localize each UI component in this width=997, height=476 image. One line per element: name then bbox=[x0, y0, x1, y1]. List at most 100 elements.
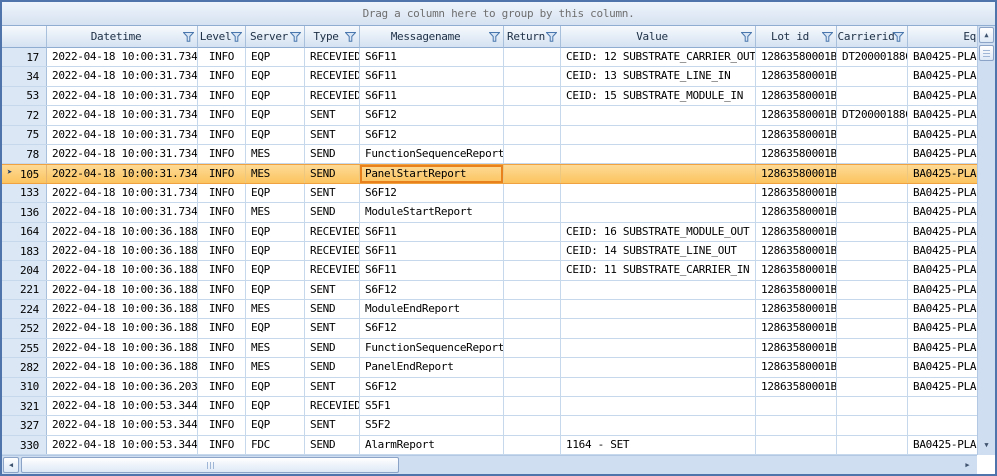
cell-messagename[interactable]: S6F12 bbox=[360, 319, 504, 337]
cell-carrierid[interactable] bbox=[837, 126, 908, 144]
cell-carrierid[interactable] bbox=[837, 300, 908, 318]
cell-value[interactable] bbox=[561, 106, 756, 124]
cell-messagename[interactable]: FunctionSequenceReport bbox=[360, 339, 504, 357]
table-row[interactable]: 3102022-04-18 10:00:36.203INFOEQPSENTS6F… bbox=[2, 378, 977, 397]
filter-icon[interactable] bbox=[183, 32, 194, 42]
cell-lotid[interactable]: 12863580001B bbox=[756, 261, 837, 279]
cell-lotid[interactable]: 12863580001B bbox=[756, 339, 837, 357]
cell-eq[interactable] bbox=[908, 397, 977, 415]
row-indicator[interactable]: 330 bbox=[2, 436, 47, 454]
cell-value[interactable] bbox=[561, 165, 756, 182]
cell-type[interactable]: SEND bbox=[305, 203, 360, 221]
cell-level[interactable]: INFO bbox=[198, 106, 246, 124]
cell-lotid[interactable]: 12863580001B bbox=[756, 184, 837, 202]
cell-datetime[interactable]: 2022-04-18 10:00:53.344 bbox=[47, 436, 198, 454]
cell-value[interactable]: 1164 - SET bbox=[561, 436, 756, 454]
cell-eq[interactable]: BA0425-PLA bbox=[908, 281, 977, 299]
cell-value[interactable] bbox=[561, 126, 756, 144]
cell-datetime[interactable]: 2022-04-18 10:00:36.188 bbox=[47, 223, 198, 241]
row-indicator[interactable]: 133 bbox=[2, 184, 47, 202]
scroll-right-button[interactable]: ▶ bbox=[960, 457, 975, 473]
cell-type[interactable]: SENT bbox=[305, 378, 360, 396]
scroll-down-button[interactable]: ▼ bbox=[979, 438, 994, 453]
cell-messagename[interactable]: S6F11 bbox=[360, 67, 504, 85]
cell-carrierid[interactable] bbox=[837, 242, 908, 260]
table-row[interactable]: 1332022-04-18 10:00:31.734INFOEQPSENTS6F… bbox=[2, 184, 977, 203]
cell-lotid[interactable] bbox=[756, 416, 837, 434]
table-row[interactable]: ➤1052022-04-18 10:00:31.734INFOMESSENDPa… bbox=[2, 164, 977, 183]
column-header-lotid[interactable]: Lot id bbox=[756, 26, 837, 48]
cell-return[interactable] bbox=[504, 145, 561, 163]
cell-value[interactable] bbox=[561, 300, 756, 318]
table-row[interactable]: 2242022-04-18 10:00:36.188INFOMESSENDMod… bbox=[2, 300, 977, 319]
cell-messagename[interactable]: S6F12 bbox=[360, 184, 504, 202]
cell-value[interactable] bbox=[561, 416, 756, 434]
row-indicator[interactable]: 34 bbox=[2, 67, 47, 85]
cell-type[interactable]: SEND bbox=[305, 436, 360, 454]
cell-return[interactable] bbox=[504, 416, 561, 434]
row-indicator[interactable]: 321 bbox=[2, 397, 47, 415]
cell-datetime[interactable]: 2022-04-18 10:00:36.203 bbox=[47, 378, 198, 396]
cell-type[interactable]: RECEVIED bbox=[305, 87, 360, 105]
cell-carrierid[interactable] bbox=[837, 339, 908, 357]
cell-lotid[interactable]: 12863580001B bbox=[756, 223, 837, 241]
cell-messagename[interactable]: S6F11 bbox=[360, 48, 504, 66]
cell-type[interactable]: RECEVIED bbox=[305, 397, 360, 415]
row-indicator[interactable]: 72 bbox=[2, 106, 47, 124]
cell-server[interactable]: EQP bbox=[246, 261, 305, 279]
cell-value[interactable] bbox=[561, 378, 756, 396]
cell-datetime[interactable]: 2022-04-18 10:00:31.734 bbox=[47, 165, 198, 182]
table-row[interactable]: 532022-04-18 10:00:31.734INFOEQPRECEVIED… bbox=[2, 87, 977, 106]
table-row[interactable]: 2042022-04-18 10:00:36.188INFOEQPRECEVIE… bbox=[2, 261, 977, 280]
table-row[interactable]: 1362022-04-18 10:00:31.734INFOMESSENDMod… bbox=[2, 203, 977, 222]
cell-value[interactable] bbox=[561, 184, 756, 202]
cell-carrierid[interactable] bbox=[837, 184, 908, 202]
cell-datetime[interactable]: 2022-04-18 10:00:36.188 bbox=[47, 339, 198, 357]
cell-server[interactable]: MES bbox=[246, 165, 305, 182]
cell-return[interactable] bbox=[504, 203, 561, 221]
cell-eq[interactable]: BA0425-PLA bbox=[908, 339, 977, 357]
cell-datetime[interactable]: 2022-04-18 10:00:31.734 bbox=[47, 67, 198, 85]
cell-level[interactable]: INFO bbox=[198, 436, 246, 454]
cell-datetime[interactable]: 2022-04-18 10:00:31.734 bbox=[47, 184, 198, 202]
cell-carrierid[interactable]: DT200001880 bbox=[837, 106, 908, 124]
cell-carrierid[interactable]: DT200001880 bbox=[837, 48, 908, 66]
cell-return[interactable] bbox=[504, 397, 561, 415]
filter-icon[interactable] bbox=[741, 32, 752, 42]
cell-carrierid[interactable] bbox=[837, 378, 908, 396]
cell-level[interactable]: INFO bbox=[198, 48, 246, 66]
cell-carrierid[interactable] bbox=[837, 281, 908, 299]
cell-return[interactable] bbox=[504, 378, 561, 396]
table-row[interactable]: 172022-04-18 10:00:31.734INFOEQPRECEVIED… bbox=[2, 48, 977, 67]
cell-eq[interactable]: BA0425-PLA bbox=[908, 261, 977, 279]
cell-value[interactable]: CEID: 16 SUBSTRATE_MODULE_OUT bbox=[561, 223, 756, 241]
cell-eq[interactable]: BA0425-PLA bbox=[908, 106, 977, 124]
row-indicator[interactable]: 221 bbox=[2, 281, 47, 299]
cell-level[interactable]: INFO bbox=[198, 203, 246, 221]
cell-messagename[interactable]: S6F12 bbox=[360, 106, 504, 124]
cell-messagename[interactable]: ModuleEndReport bbox=[360, 300, 504, 318]
cell-value[interactable] bbox=[561, 203, 756, 221]
cell-type[interactable]: SEND bbox=[305, 165, 360, 182]
cell-return[interactable] bbox=[504, 300, 561, 318]
cell-messagename[interactable]: S6F11 bbox=[360, 261, 504, 279]
cell-lotid[interactable]: 12863580001B bbox=[756, 126, 837, 144]
cell-level[interactable]: INFO bbox=[198, 126, 246, 144]
cell-type[interactable]: SENT bbox=[305, 281, 360, 299]
cell-return[interactable] bbox=[504, 184, 561, 202]
cell-server[interactable]: EQP bbox=[246, 87, 305, 105]
cell-eq[interactable] bbox=[908, 416, 977, 434]
cell-level[interactable]: INFO bbox=[198, 67, 246, 85]
scroll-left-button[interactable]: ◀ bbox=[3, 457, 19, 473]
cell-server[interactable]: EQP bbox=[246, 416, 305, 434]
horizontal-scroll-thumb[interactable] bbox=[21, 457, 399, 473]
cell-messagename[interactable]: S6F12 bbox=[360, 378, 504, 396]
cell-messagename[interactable]: S6F11 bbox=[360, 87, 504, 105]
table-row[interactable]: 2552022-04-18 10:00:36.188INFOMESSENDFun… bbox=[2, 339, 977, 358]
row-indicator[interactable]: ➤105 bbox=[2, 165, 47, 182]
cell-return[interactable] bbox=[504, 281, 561, 299]
cell-messagename[interactable]: ModuleStartReport bbox=[360, 203, 504, 221]
cell-eq[interactable]: BA0425-PLA bbox=[908, 319, 977, 337]
row-indicator[interactable]: 164 bbox=[2, 223, 47, 241]
cell-return[interactable] bbox=[504, 339, 561, 357]
